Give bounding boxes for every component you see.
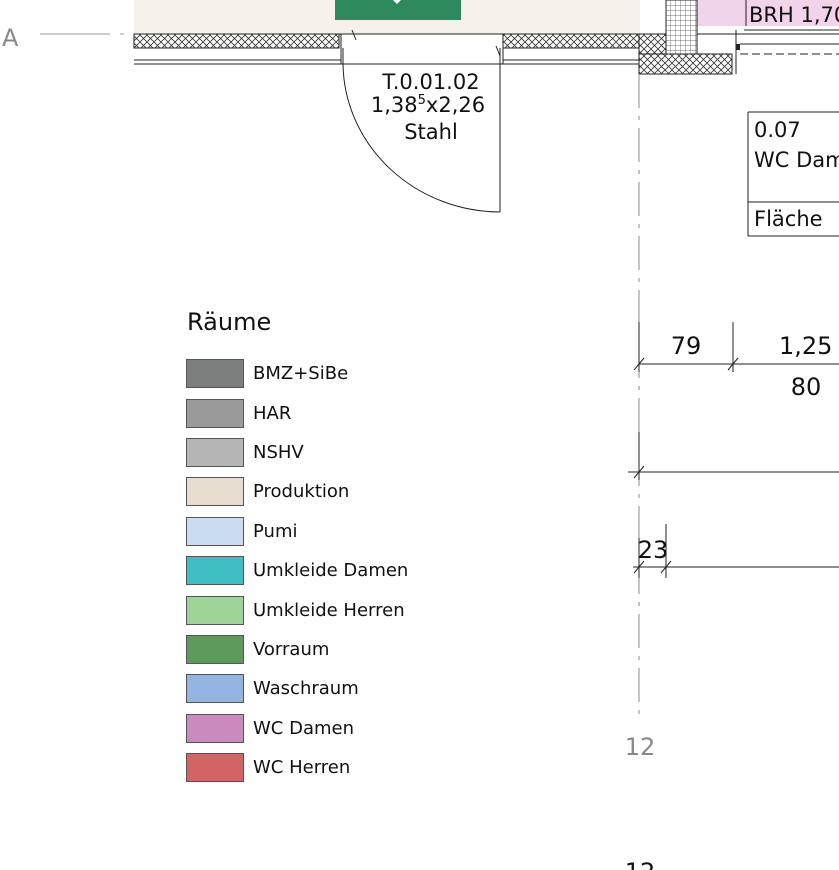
legend-label: WC Damen <box>253 717 354 739</box>
legend-item: NSHV <box>186 433 486 472</box>
legend-item: HAR <box>186 393 486 432</box>
dimension-79: 79 <box>671 332 702 360</box>
room-name: WC Damen <box>754 148 839 172</box>
wall-hatch-right <box>502 33 640 49</box>
column-hatch <box>638 33 667 55</box>
dimension-23: 23 <box>638 536 669 564</box>
grid-axis-label-12-repeat: 12 <box>625 858 656 870</box>
room-area-label: Fläche <box>754 207 823 231</box>
legend-label: Umkleide Herren <box>253 599 405 621</box>
legend-swatch <box>186 359 244 389</box>
legend-item: Pumi <box>186 512 486 551</box>
legend-item: Produktion <box>186 472 486 511</box>
legend-swatch <box>186 398 244 428</box>
wall-hatch-lower <box>638 53 733 75</box>
legend-swatch <box>186 595 244 625</box>
door-id: T.0.01.02 <box>381 70 479 94</box>
wall-hatch-left <box>133 33 340 49</box>
legend-swatch <box>186 634 244 664</box>
legend-swatch <box>186 556 244 586</box>
legend-item: Vorraum <box>186 630 486 669</box>
legend-label: Vorraum <box>253 638 330 660</box>
legend-swatch <box>186 674 244 704</box>
legend-swatch <box>186 713 244 743</box>
grid-axis-label-a: A <box>2 24 19 52</box>
door-material: Stahl <box>404 120 458 144</box>
legend-swatch <box>186 477 244 507</box>
legend-swatch <box>186 753 244 783</box>
legend-label: Pumi <box>253 520 298 542</box>
parapet-label: BRH 1,70 <box>749 3 839 27</box>
room-number: 0.07 <box>754 118 801 142</box>
legend-item: Umkleide Herren <box>186 590 486 629</box>
legend-label: HAR <box>253 402 292 424</box>
dimension-80: 80 <box>791 373 822 401</box>
legend-label: Waschraum <box>253 678 359 700</box>
legend-item: WC Herren <box>186 748 486 787</box>
legend-label: Produktion <box>253 481 350 503</box>
legend-label: WC Herren <box>253 757 351 779</box>
grid-axis-label-12: 12 <box>625 733 656 761</box>
shaft-grid <box>665 0 698 55</box>
dimension-1-25: 1,25 <box>779 332 832 360</box>
legend-swatch <box>186 516 244 546</box>
legend-item: Waschraum <box>186 669 486 708</box>
legend-item: Umkleide Damen <box>186 551 486 590</box>
legend-item: BMZ+SiBe <box>186 354 486 393</box>
legend-label: Umkleide Damen <box>253 560 409 582</box>
room-legend: Räume BMZ+SiBe HAR NSHV Produktion Pumi Umkle… <box>186 306 486 787</box>
door-size: 1,385x2,26 <box>371 93 485 117</box>
legend-label: BMZ+SiBe <box>253 363 349 385</box>
legend-list: BMZ+SiBe HAR NSHV Produktion Pumi Umkleide Da… <box>186 354 486 787</box>
legend-swatch <box>186 437 244 467</box>
legend-label: NSHV <box>253 441 304 463</box>
legend-item: WC Damen <box>186 709 486 748</box>
legend-title: Räume <box>187 308 272 336</box>
